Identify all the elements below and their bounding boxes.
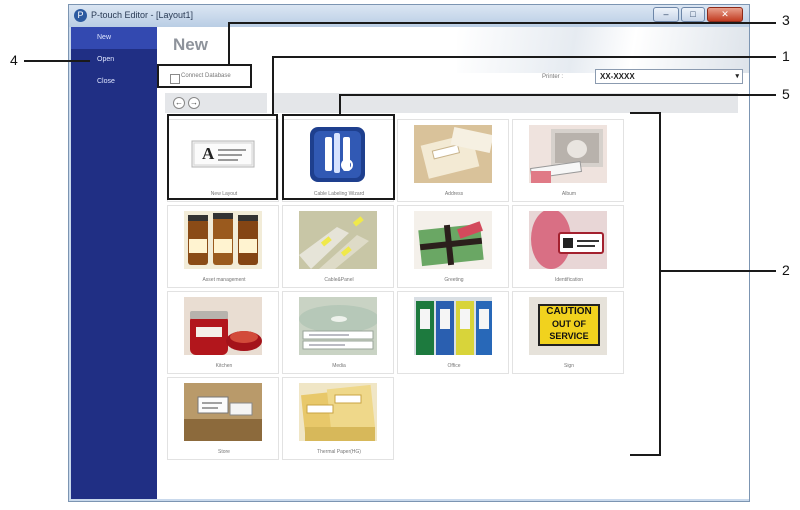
asset-management-image	[184, 211, 262, 269]
sidebar-item-new[interactable]: New	[71, 27, 157, 49]
template-label: Greeting	[444, 277, 464, 283]
template-label: Media	[332, 363, 346, 369]
printer-value: XX-XXXX	[600, 72, 635, 81]
chevron-down-icon: ▾	[735, 73, 739, 80]
maximize-button[interactable]: □	[681, 7, 705, 22]
template-address[interactable]: Address	[397, 119, 509, 202]
callout-number-4: 4	[10, 52, 18, 68]
template-label: Office	[447, 363, 461, 369]
template-thermal-paper[interactable]: Thermal Paper(HG)	[282, 377, 394, 460]
identification-image	[529, 211, 607, 269]
address-image	[414, 125, 492, 183]
thermal-paper-image	[299, 383, 377, 441]
template-asset-management[interactable]: Asset management	[167, 205, 279, 288]
template-media[interactable]: Media	[282, 291, 394, 374]
printer-select[interactable]: XX-XXXX ▾	[595, 69, 743, 84]
callout-number-2: 2	[782, 262, 790, 278]
bracket-2-bottom	[630, 454, 660, 456]
header-decoration	[457, 27, 749, 73]
template-label: Identification	[554, 277, 584, 283]
caution-text: CAUTION	[546, 306, 592, 317]
callout-number-3: 3	[782, 12, 790, 28]
template-office[interactable]: Office	[397, 291, 509, 374]
kitchen-image	[184, 297, 262, 355]
leader-line-4	[24, 60, 90, 62]
leader-line-3-horizontal	[228, 22, 776, 24]
bracket-2-top	[630, 112, 660, 114]
template-identification[interactable]: Identification	[512, 205, 624, 288]
template-sign[interactable]: CAUTION OUT OF SERVICE Sign	[512, 291, 624, 374]
callout-number-1: 1	[782, 48, 790, 64]
service-text: SERVICE	[549, 331, 589, 341]
cable-panel-image	[299, 211, 377, 269]
app-icon: P	[74, 9, 87, 22]
template-label: Cable&Panel	[324, 277, 354, 283]
template-cable-panel[interactable]: Cable&Panel	[282, 205, 394, 288]
store-image	[184, 383, 262, 441]
template-label: Asset management	[202, 277, 246, 283]
page-title: New	[173, 35, 208, 54]
office-image	[414, 297, 492, 355]
callout-box-3	[157, 64, 252, 88]
template-store[interactable]: Store	[167, 377, 279, 460]
album-image	[529, 125, 607, 183]
leader-line-1-horizontal	[272, 56, 776, 58]
template-label: Store	[218, 449, 230, 455]
leader-line-3-vertical	[228, 22, 230, 65]
printer-label: Printer :	[542, 74, 564, 80]
out-of-text: OUT OF	[552, 319, 586, 329]
bracket-2-vertical	[659, 112, 661, 456]
leader-line-1-vertical	[272, 56, 274, 115]
template-album[interactable]: Album	[512, 119, 624, 202]
window-title: P-touch Editor - [Layout1]	[91, 10, 194, 20]
forward-arrow-icon[interactable]: →	[188, 97, 200, 109]
close-window-button[interactable]: ✕	[707, 7, 743, 22]
leader-line-2	[660, 270, 776, 272]
template-label: Sign	[563, 363, 574, 369]
callout-box-1	[167, 114, 278, 200]
media-image	[299, 297, 377, 355]
template-greeting[interactable]: Greeting	[397, 205, 509, 288]
back-arrow-icon[interactable]: ←	[173, 97, 185, 109]
template-label: Kitchen	[215, 363, 233, 369]
callout-number-5: 5	[782, 86, 790, 102]
template-label: Address	[444, 191, 464, 197]
minimize-button[interactable]: –	[653, 7, 679, 22]
sidebar: New Open Close	[71, 27, 157, 499]
leader-line-5-vertical	[339, 94, 341, 115]
template-label: Thermal Paper(HG)	[317, 449, 361, 455]
leader-line-5-horizontal	[339, 94, 776, 96]
sign-image: CAUTION OUT OF SERVICE	[529, 297, 607, 355]
category-bar	[274, 93, 738, 113]
callout-box-5	[282, 114, 395, 200]
template-label: Album	[561, 191, 577, 197]
sidebar-item-close[interactable]: Close	[71, 71, 157, 93]
template-kitchen[interactable]: Kitchen	[167, 291, 279, 374]
greeting-image	[414, 211, 492, 269]
